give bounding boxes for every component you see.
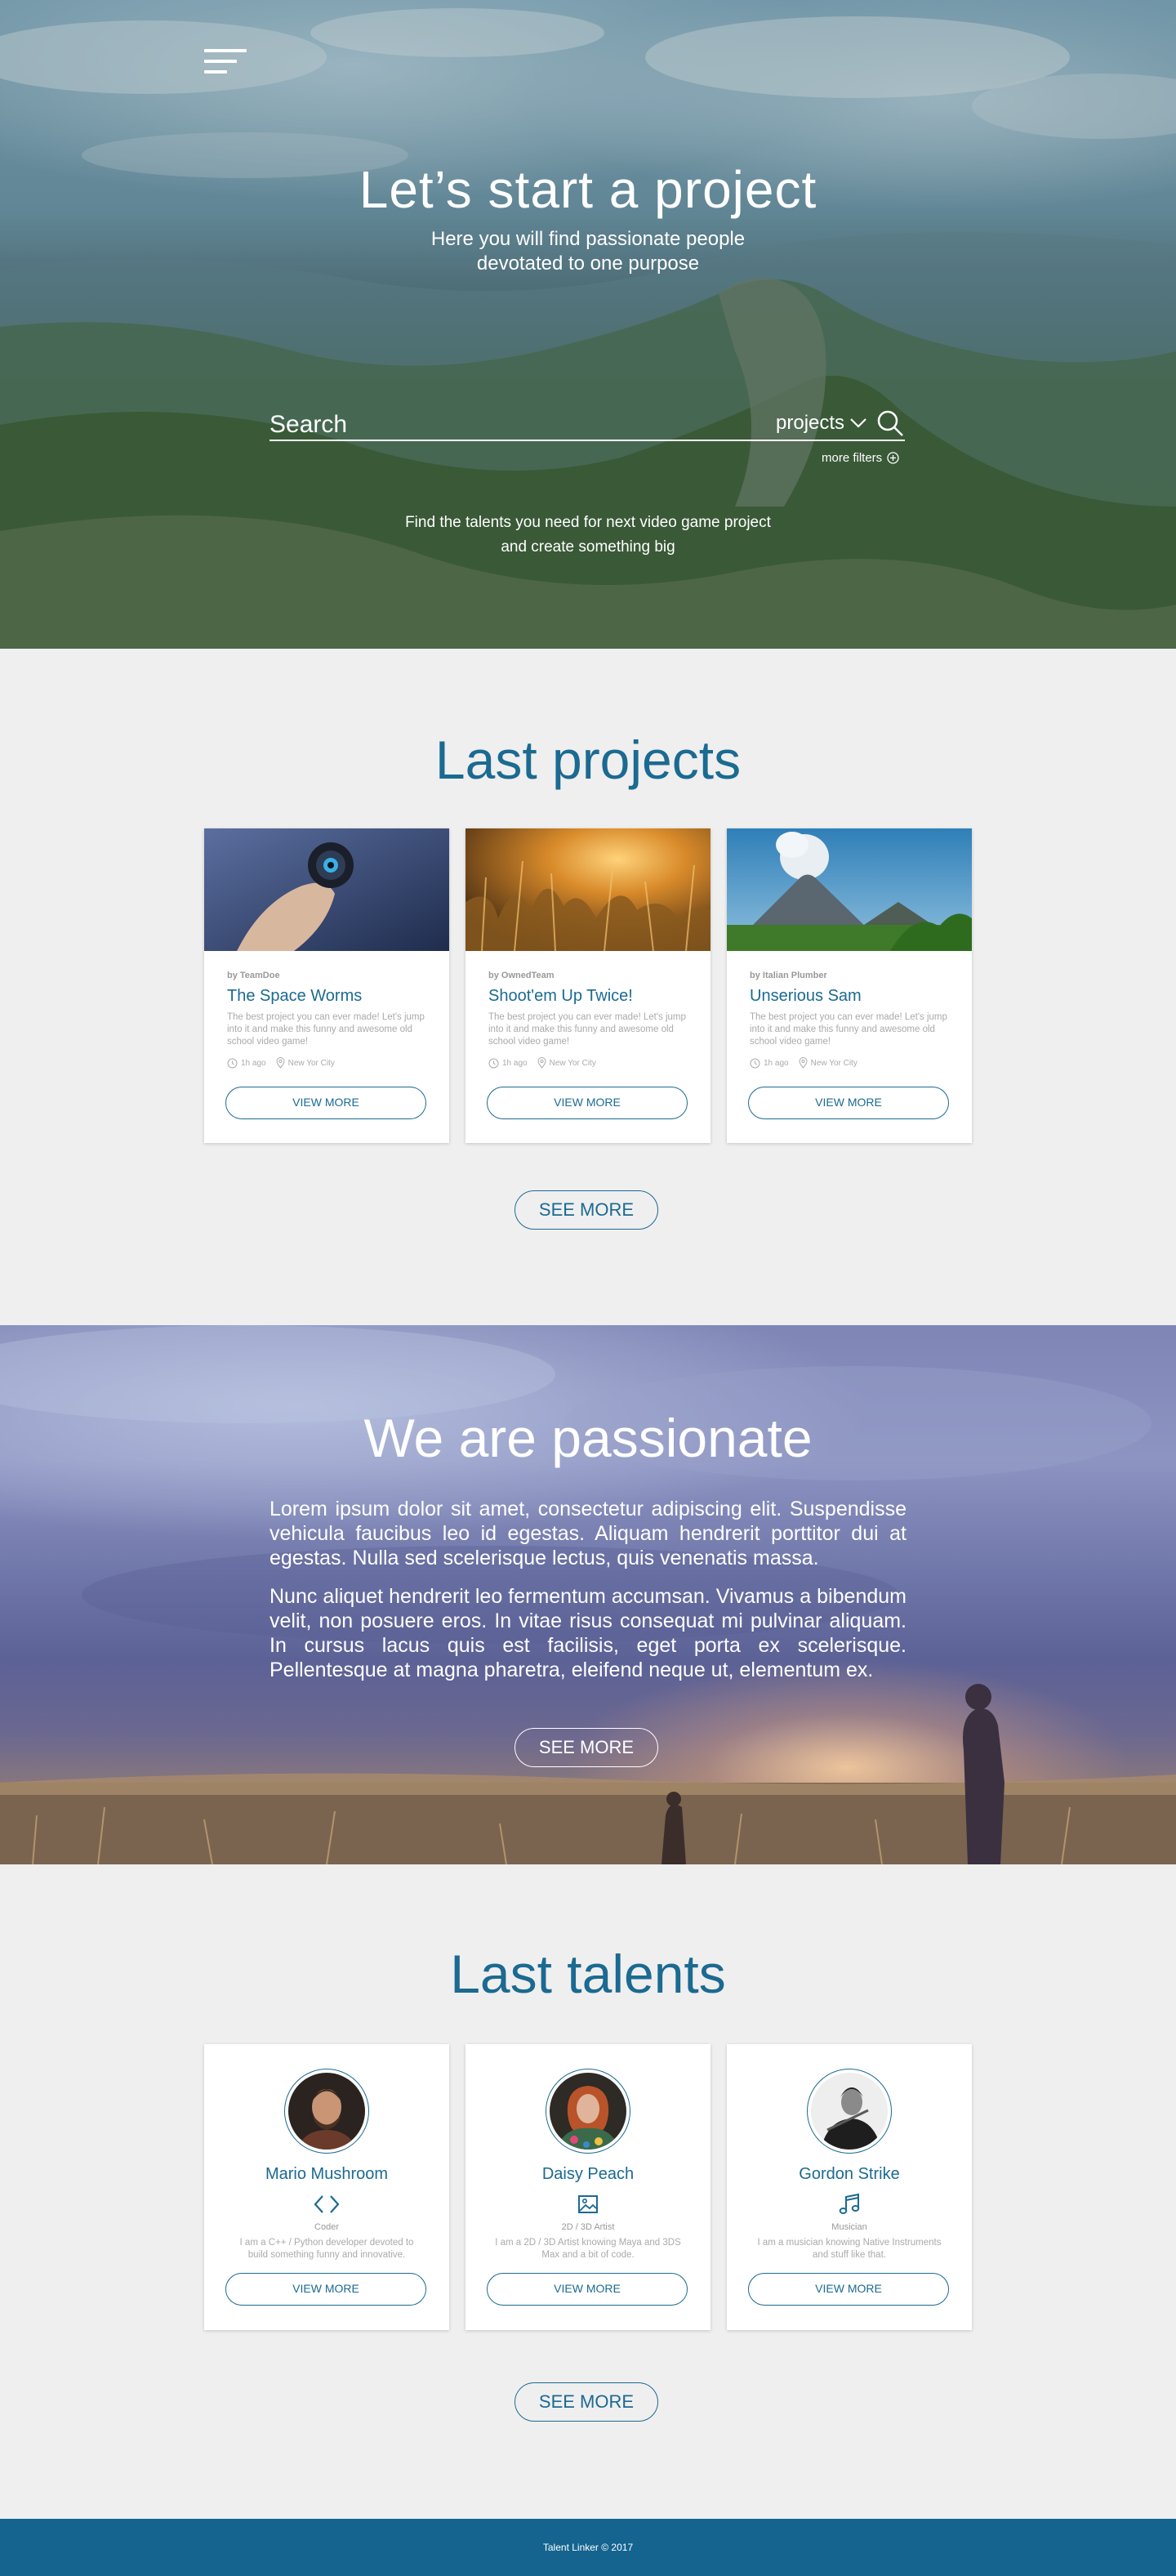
project-author: by OwnedTeam xyxy=(488,971,555,980)
clock-icon xyxy=(227,1058,238,1068)
project-description: The best project you can ever made! Let'… xyxy=(227,1012,425,1047)
see-more-passion-button[interactable]: SEE MORE xyxy=(514,1728,658,1767)
plus-circle-icon xyxy=(887,452,899,464)
project-title[interactable]: Unserious Sam xyxy=(750,987,862,1006)
hamburger-menu-icon[interactable] xyxy=(204,49,247,77)
hero-subtitle-line-2: devotated to one purpose xyxy=(476,252,700,275)
project-meta: 1h ago New Yor City xyxy=(488,1057,596,1069)
avatar[interactable] xyxy=(284,2069,369,2154)
talent-card: Daisy Peach 2D / 3D Artist I am a 2D / 3… xyxy=(466,2044,710,2330)
location-pin-icon xyxy=(799,1057,808,1069)
last-talents-title: Last talents xyxy=(450,1944,726,2004)
clock-icon xyxy=(488,1058,499,1068)
talent-role: 2D / 3D Artist xyxy=(561,2222,615,2232)
project-card: by Italian Plumber Unserious Sam The bes… xyxy=(727,828,972,1143)
footer-copyright: Talent Linker © 2017 xyxy=(542,2542,634,2553)
project-card: by OwnedTeam Shoot'em Up Twice! The best… xyxy=(466,828,710,1143)
talent-card: Gordon Strike Musician I am a musician k… xyxy=(727,2044,972,2330)
project-meta: 1h ago New Yor City xyxy=(227,1057,335,1069)
more-filters-label: more filters xyxy=(822,451,883,465)
music-note-icon xyxy=(839,2193,860,2214)
project-thumbnail xyxy=(727,828,972,951)
last-projects-title: Last projects xyxy=(434,730,742,790)
passion-paragraph-1: Lorem ipsum dolor sit amet, consectetur … xyxy=(270,1498,906,1569)
talent-description: I am a C++ / Python developer devoted to… xyxy=(239,2238,414,2260)
clock-icon xyxy=(750,1058,760,1068)
project-time: 1h ago xyxy=(227,1058,266,1069)
talent-card: Mario Mushroom Coder I am a C++ / Python… xyxy=(204,2044,449,2330)
view-more-button[interactable]: VIEW MORE xyxy=(748,2273,949,2306)
project-location-label: New Yor City xyxy=(549,1058,596,1068)
talent-description: I am a musician knowing Native Instrumen… xyxy=(757,2238,942,2260)
project-thumbnail xyxy=(466,828,710,951)
project-thumbnail xyxy=(204,828,449,951)
project-location: New Yor City xyxy=(537,1057,596,1069)
location-pin-icon xyxy=(276,1057,285,1069)
talent-name[interactable]: Gordon Strike xyxy=(727,2165,972,2184)
project-time-label: 1h ago xyxy=(764,1058,789,1068)
passion-paragraph-2: Nunc aliquet hendrerit leo fermentum acc… xyxy=(270,1585,906,1681)
hero-tagline: Find the talents you need for next video… xyxy=(0,511,1176,560)
view-more-button[interactable]: VIEW MORE xyxy=(748,1087,949,1119)
more-filters-link[interactable]: more filters xyxy=(822,451,899,465)
talent-name[interactable]: Daisy Peach xyxy=(466,2165,710,2184)
project-location-label: New Yor City xyxy=(287,1058,335,1068)
location-pin-icon xyxy=(537,1057,546,1069)
hero-subtitle-line-1: Here you will find passionate people xyxy=(430,228,746,250)
project-location: New Yor City xyxy=(799,1057,858,1069)
chevron-down-icon xyxy=(850,418,866,428)
project-card: by TeamDoe The Space Worms The best proj… xyxy=(204,828,449,1143)
project-meta: 1h ago New Yor City xyxy=(750,1057,858,1069)
talent-role: Coder xyxy=(314,2222,339,2232)
avatar[interactable] xyxy=(546,2069,630,2154)
talent-name[interactable]: Mario Mushroom xyxy=(204,2165,449,2184)
project-time: 1h ago xyxy=(750,1058,789,1069)
project-title[interactable]: The Space Worms xyxy=(227,987,362,1006)
passion-section: We are passionate Lorem ipsum dolor sit … xyxy=(0,1325,1176,1864)
project-author: by Italian Plumber xyxy=(750,971,827,980)
see-more-talents-button[interactable]: SEE MORE xyxy=(514,2382,658,2422)
image-icon xyxy=(578,2195,598,2213)
project-description: The best project you can ever made! Let'… xyxy=(750,1012,947,1047)
talent-role: Musician xyxy=(831,2222,867,2232)
view-more-button[interactable]: VIEW MORE xyxy=(487,2273,688,2306)
search-bar: projects xyxy=(270,408,905,441)
page: Let’s start a project Here you will find… xyxy=(0,0,1176,2576)
view-more-button[interactable]: VIEW MORE xyxy=(225,1087,426,1119)
hero-title: Let’s start a project xyxy=(359,160,817,219)
hero-subtitle: Here you will find passionate people dev… xyxy=(0,227,1176,276)
talent-description: I am a 2D / 3D Artist knowing Maya and 3… xyxy=(495,2238,681,2260)
category-select[interactable]: projects xyxy=(776,412,867,435)
see-more-projects-button[interactable]: SEE MORE xyxy=(514,1190,658,1230)
project-time-label: 1h ago xyxy=(502,1058,528,1068)
project-title[interactable]: Shoot'em Up Twice! xyxy=(488,987,633,1006)
project-time: 1h ago xyxy=(488,1058,528,1069)
hero-tagline-line-2: and create something big xyxy=(501,538,675,556)
search-input[interactable] xyxy=(270,408,760,441)
search-icon[interactable] xyxy=(875,408,905,438)
footer: Talent Linker © 2017 xyxy=(0,2519,1176,2576)
project-location-label: New Yor City xyxy=(810,1058,858,1068)
code-icon xyxy=(314,2195,340,2213)
view-more-button[interactable]: VIEW MORE xyxy=(487,1087,688,1119)
avatar[interactable] xyxy=(807,2069,892,2154)
category-select-value: projects xyxy=(776,412,845,434)
passion-title: We are passionate xyxy=(363,1408,813,1468)
project-description: The best project you can ever made! Let'… xyxy=(488,1012,686,1047)
hero-section: Let’s start a project Here you will find… xyxy=(0,0,1176,649)
hero-tagline-line-1: Find the talents you need for next video… xyxy=(405,514,771,531)
project-author: by TeamDoe xyxy=(227,971,280,980)
project-location: New Yor City xyxy=(276,1057,335,1069)
view-more-button[interactable]: VIEW MORE xyxy=(225,2273,426,2306)
project-time-label: 1h ago xyxy=(241,1058,266,1068)
